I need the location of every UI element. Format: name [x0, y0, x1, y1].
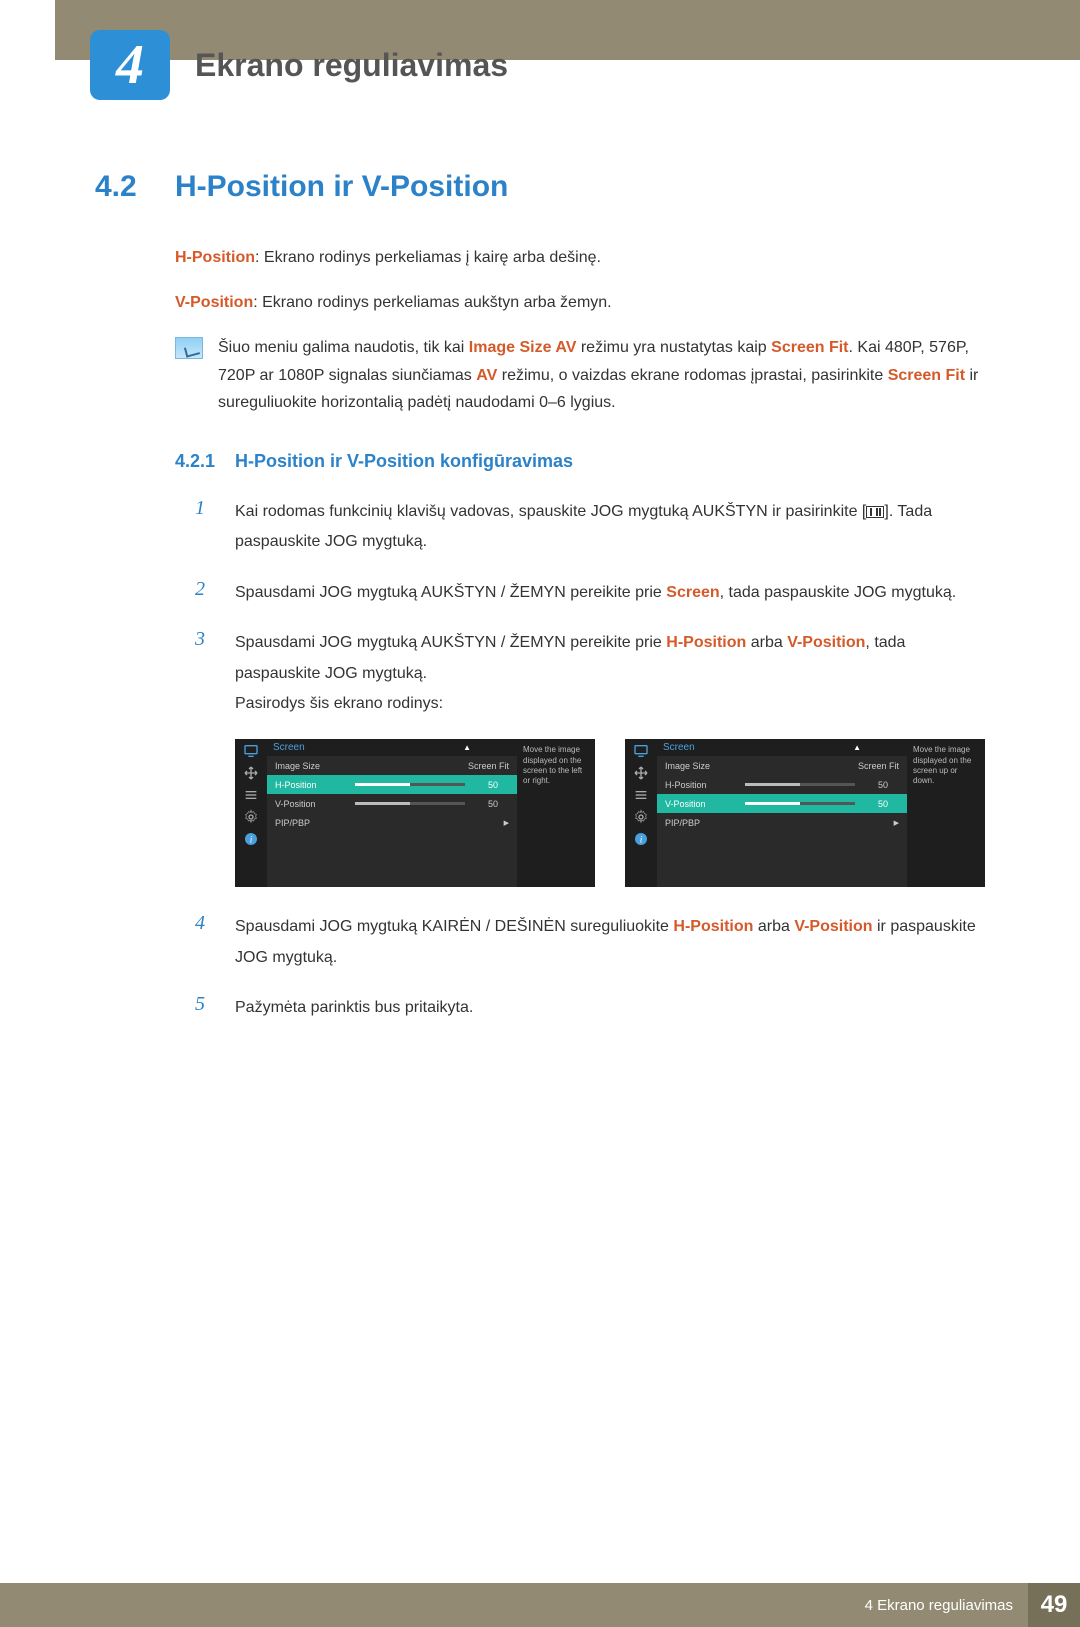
info-icon: i — [632, 832, 650, 846]
osd-sidebar: i — [625, 739, 657, 887]
list-icon — [632, 788, 650, 802]
osd-title: Screen — [663, 742, 695, 753]
note-block: Šiuo meniu galima naudotis, tik kai Imag… — [175, 334, 985, 416]
osd-row-imagesize: Image Size Screen Fit — [657, 756, 907, 775]
step-4: 4 Spausdami JOG mygtuką KAIRĖN / DEŠINĖN… — [195, 912, 985, 973]
step-number: 3 — [195, 628, 235, 719]
info-icon: i — [242, 832, 260, 846]
svg-text:i: i — [250, 836, 253, 846]
step-5: 5 Pažymėta parinktis bus pritaikyta. — [195, 993, 985, 1023]
section-heading: 4.2 H-Position ir V-Position — [95, 170, 985, 204]
osd-row-hposition-selected: H-Position 50 — [267, 775, 517, 794]
monitor-icon — [242, 744, 260, 758]
slider-bar — [745, 783, 855, 786]
osd-titlebar: Screen ▲ — [267, 739, 517, 756]
step-1: 1 Kai rodomas funkcinių klavišų vadovas,… — [195, 497, 985, 558]
move-icon — [632, 766, 650, 780]
osd-main: Screen ▲ Image Size Screen Fit H-Positio… — [657, 739, 907, 887]
osd-row-hposition: H-Position 50 — [657, 775, 907, 794]
osd-hposition: i Screen ▲ Image Size Screen Fit H-Posit… — [235, 739, 595, 887]
osd-row-imagesize: Image Size Screen Fit — [267, 756, 517, 775]
osd-row-vposition: V-Position 50 — [267, 794, 517, 813]
step-text: Spausdami JOG mygtuką AUKŠTYN / ŽEMYN pe… — [235, 578, 956, 608]
step-text: Spausdami JOG mygtuką KAIRĖN / DEŠINĖN s… — [235, 912, 985, 973]
osd-sidebar: i — [235, 739, 267, 887]
osd-screenshots: i Screen ▲ Image Size Screen Fit H-Posit… — [235, 739, 985, 887]
right-arrow-icon: ▶ — [894, 819, 899, 827]
slider-bar — [355, 802, 465, 805]
subsection-number: 4.2.1 — [175, 451, 235, 472]
svg-text:i: i — [640, 836, 643, 846]
slider-bar — [745, 802, 855, 805]
step-text: Kai rodomas funkcinių klavišų vadovas, s… — [235, 497, 985, 558]
step-number: 2 — [195, 578, 235, 608]
osd-row-pip: PIP/PBP ▶ — [267, 813, 517, 832]
osd-row-vposition-selected: V-Position 50 — [657, 794, 907, 813]
step-3: 3 Spausdami JOG mygtuką AUKŠTYN / ŽEMYN … — [195, 628, 985, 719]
menu-icon — [866, 506, 884, 518]
step-number: 4 — [195, 912, 235, 973]
list-icon — [242, 788, 260, 802]
note-icon — [175, 337, 203, 359]
chapter-number-badge: 4 — [90, 30, 170, 100]
h-position-text: : Ekrano rodinys perkeliamas į kairę arb… — [255, 249, 601, 266]
step-text: Spausdami JOG mygtuką AUKŠTYN / ŽEMYN pe… — [235, 628, 985, 719]
section-number: 4.2 — [95, 170, 175, 204]
right-arrow-icon: ▶ — [504, 819, 509, 827]
monitor-icon — [632, 744, 650, 758]
step-number: 1 — [195, 497, 235, 558]
step-text: Pažymėta parinktis bus pritaikyta. — [235, 993, 473, 1023]
h-position-description: H-Position: Ekrano rodinys perkeliamas į… — [175, 244, 985, 271]
chapter-title: Ekrano reguliavimas — [195, 47, 508, 84]
osd-help-text: Move the image displayed on the screen t… — [517, 739, 595, 887]
v-position-description: V-Position: Ekrano rodinys perkeliamas a… — [175, 289, 985, 316]
osd-title: Screen — [273, 742, 305, 753]
subsection-title: H-Position ir V-Position konfigūravimas — [235, 451, 573, 472]
chapter-header: 4 Ekrano reguliavimas — [0, 30, 1080, 100]
h-position-label: H-Position — [175, 249, 255, 266]
osd-titlebar: Screen ▲ — [657, 739, 907, 756]
osd-vposition: i Screen ▲ Image Size Screen Fit H-Posit… — [625, 739, 985, 887]
up-arrow-icon: ▲ — [463, 743, 471, 752]
osd-row-pip: PIP/PBP ▶ — [657, 813, 907, 832]
footer-text: 4 Ekrano reguliavimas — [865, 1597, 1013, 1614]
step-2: 2 Spausdami JOG mygtuką AUKŠTYN / ŽEMYN … — [195, 578, 985, 608]
osd-main: Screen ▲ Image Size Screen Fit H-Positio… — [267, 739, 517, 887]
step-number: 5 — [195, 993, 235, 1023]
v-position-text: : Ekrano rodinys perkeliamas aukštyn arb… — [253, 294, 611, 311]
slider-bar — [355, 783, 465, 786]
subsection-heading: 4.2.1 H-Position ir V-Position konfigūra… — [175, 451, 985, 472]
up-arrow-icon: ▲ — [853, 743, 861, 752]
page-number: 49 — [1028, 1583, 1080, 1627]
page-content: 4.2 H-Position ir V-Position H-Position:… — [0, 130, 1080, 1063]
gear-icon — [242, 810, 260, 824]
section-title: H-Position ir V-Position — [175, 170, 508, 204]
note-text: Šiuo meniu galima naudotis, tik kai Imag… — [218, 334, 985, 416]
move-icon — [242, 766, 260, 780]
v-position-label: V-Position — [175, 294, 253, 311]
gear-icon — [632, 810, 650, 824]
osd-help-text: Move the image displayed on the screen u… — [907, 739, 985, 887]
page-footer: 4 Ekrano reguliavimas 49 — [0, 1583, 1080, 1627]
